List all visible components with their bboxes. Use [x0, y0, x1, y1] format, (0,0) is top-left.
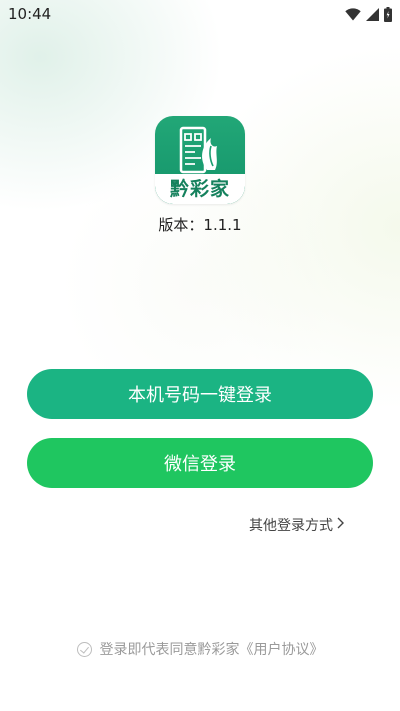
battery-icon	[384, 6, 392, 22]
other-login-link[interactable]: 其他登录方式	[249, 515, 344, 535]
agreement-row: 登录即代表同意黔彩家《用户协议》	[0, 639, 400, 659]
login-screen: 10:44 黔彩家 版本：1.1.1 本机号码一键登录 微信登录 其他登录方式 …	[0, 0, 400, 711]
wechat-login-button[interactable]: 微信登录	[27, 438, 373, 488]
background-gradient	[0, 0, 400, 711]
other-login-label: 其他登录方式	[249, 518, 333, 534]
agreement-checkbox[interactable]	[76, 641, 92, 657]
logo-emblem-icon	[179, 126, 217, 174]
user-agreement-link[interactable]: 《用户协议》	[240, 642, 324, 658]
agreement-prefix: 登录即代表同意黔彩家	[99, 642, 240, 658]
wifi-icon	[345, 7, 361, 21]
chevron-right-icon	[337, 517, 344, 533]
status-time: 10:44	[8, 5, 52, 23]
one-click-login-button[interactable]: 本机号码一键登录	[27, 369, 373, 419]
version-label: 版本：1.1.1	[158, 216, 242, 234]
logo-text: 黔彩家	[169, 178, 230, 200]
one-click-login-label: 本机号码一键登录	[128, 385, 272, 406]
status-icons	[345, 6, 392, 22]
app-logo: 黔彩家	[155, 116, 245, 204]
wechat-login-label: 微信登录	[164, 454, 236, 475]
status-bar: 10:44	[0, 0, 400, 28]
agreement-text: 登录即代表同意黔彩家《用户协议》	[100, 639, 324, 659]
signal-icon	[366, 7, 379, 21]
